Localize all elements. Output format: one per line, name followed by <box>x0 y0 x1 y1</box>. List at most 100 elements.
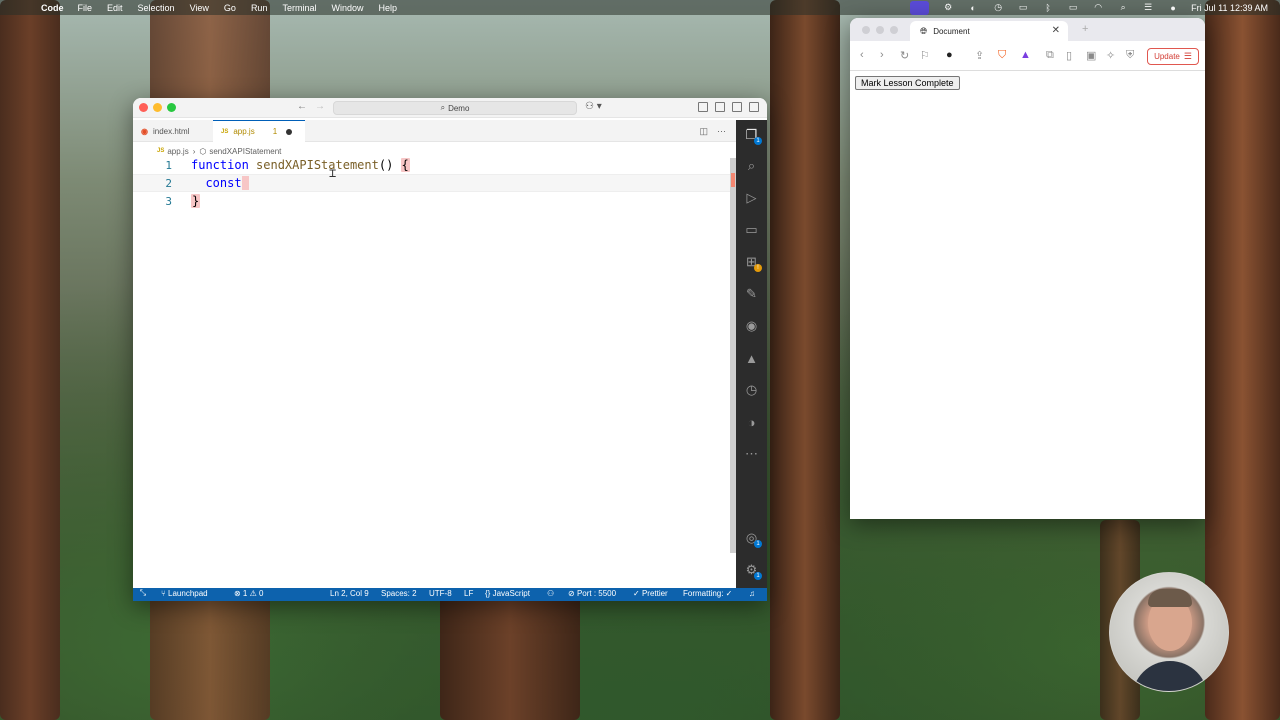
prettier-item[interactable]: ✓ Prettier <box>633 589 668 598</box>
menu-run[interactable]: Run <box>251 3 268 13</box>
battery-icon[interactable]: ▭ <box>1066 2 1080 13</box>
language-mode[interactable]: {} JavaScript <box>485 589 530 598</box>
customize-layout-icon[interactable] <box>698 102 708 112</box>
reload-icon[interactable]: ↻ <box>900 49 909 62</box>
browser-tab[interactable]: 🌐︎ Document ✕ <box>910 21 1068 41</box>
bookmark-icon[interactable]: ⚐ <box>920 49 930 62</box>
indentation[interactable]: Spaces: 2 <box>381 589 417 598</box>
menu-go[interactable]: Go <box>224 3 236 13</box>
brush-icon[interactable]: ✎ <box>736 283 767 305</box>
menu-file[interactable]: File <box>78 3 93 13</box>
run-debug-icon[interactable]: ▷ <box>736 187 767 209</box>
code-text[interactable]: } <box>191 194 201 208</box>
command-center-search[interactable]: ⌕ Demo <box>333 101 577 115</box>
tab-index-html[interactable]: ◉ index.html <box>133 120 211 142</box>
menu-bar: Code File Edit Selection View Go Run Ter… <box>0 0 1280 15</box>
forward-icon[interactable]: › <box>880 49 884 61</box>
menu-window[interactable]: Window <box>331 3 363 13</box>
accounts-icon[interactable]: ◎ 1 <box>736 527 767 549</box>
copilot-icon[interactable]: ⚇ ▾ <box>585 101 602 112</box>
github-icon[interactable]: ◉ <box>736 315 767 337</box>
forward-arrow-icon[interactable]: → <box>315 101 325 112</box>
extensions-icon[interactable]: ⊞! <box>736 251 767 273</box>
code-text[interactable]: function sendXAPIStatement() { <box>191 158 410 172</box>
display-icon[interactable]: ▭ <box>1016 2 1030 13</box>
toggle-panel-icon[interactable] <box>732 102 742 112</box>
extensions-puzzle-icon[interactable]: ⧉ <box>1046 49 1054 62</box>
minimize-window-button[interactable] <box>153 103 162 112</box>
wallet-icon[interactable]: ▣ <box>1086 49 1096 62</box>
zoom-window-button[interactable] <box>167 103 176 112</box>
command-center-label: Demo <box>448 103 470 113</box>
live-server-port[interactable]: ⊘ Port : 5500 <box>568 589 616 598</box>
manage-gear-icon[interactable]: ⚙ 1 <box>736 559 767 581</box>
browser-zoom-button[interactable] <box>890 26 898 34</box>
code-line[interactable]: 3 } <box>133 192 730 210</box>
encoding[interactable]: UTF-8 <box>429 589 452 598</box>
code-editor[interactable]: 1 function sendXAPIStatement() { 2 const… <box>133 158 730 588</box>
menu-clock[interactable]: Fri Jul 11 12:39 AM <box>1191 3 1268 13</box>
explorer-icon[interactable]: ❐ 1 <box>736 124 767 146</box>
browser-window: 🌐︎ Document ✕ + ‹ › ↻ ⚐ ● ⇪ ⛉ ▲ ⧉ ▯ ▣ ✧ … <box>850 18 1205 519</box>
menu-app-name[interactable]: Code <box>41 3 64 13</box>
bluetooth-icon[interactable]: ᛒ <box>1041 3 1055 13</box>
menu-edit[interactable]: Edit <box>107 3 123 13</box>
code-line-current[interactable]: 2 const <box>133 174 730 192</box>
time-machine-icon[interactable]: ◷ <box>991 2 1005 13</box>
formatting-item[interactable]: Formatting: ✓ <box>683 589 732 598</box>
search-icon[interactable]: ⌕ <box>736 155 767 177</box>
menu-terminal[interactable]: Terminal <box>282 3 316 13</box>
more-actions-icon[interactable]: ⋯ <box>717 126 726 137</box>
prettier-label: Prettier <box>641 589 668 598</box>
mark-lesson-complete-button[interactable]: Mark Lesson Complete <box>855 76 960 90</box>
azure-icon[interactable]: ▲ <box>736 347 767 369</box>
update-button[interactable]: Update ☰ <box>1147 48 1199 65</box>
spotlight-search-icon[interactable]: ⌕ <box>1116 2 1130 13</box>
code-line[interactable]: 1 function sendXAPIStatement() { <box>133 156 730 174</box>
close-window-button[interactable] <box>139 103 148 112</box>
problems-item[interactable]: ⊗ 1 ⚠ 0 <box>234 589 263 598</box>
control-center-icon[interactable]: ☰ <box>1141 2 1155 13</box>
breadcrumb-file[interactable]: app.js <box>167 147 188 156</box>
toggle-primary-sidebar-icon[interactable] <box>715 102 725 112</box>
launchpad-item[interactable]: ⑂ Launchpad <box>161 589 208 598</box>
live-share-icon[interactable]: ◑ <box>736 411 767 433</box>
wifi-icon[interactable]: ◠ <box>1091 2 1105 13</box>
back-arrow-icon[interactable]: ← <box>297 101 307 112</box>
brave-rewards-icon[interactable]: ▲ <box>1020 49 1031 61</box>
breadcrumb-symbol[interactable]: sendXAPIStatement <box>209 147 281 156</box>
remote-indicator-icon[interactable]: ⤡ <box>133 588 153 601</box>
line-number: 2 <box>165 176 172 190</box>
browser-minimize-button[interactable] <box>876 26 884 34</box>
menu-help[interactable]: Help <box>378 3 397 13</box>
remote-explorer-icon[interactable]: ▭ <box>736 219 767 241</box>
unsaved-dot-icon[interactable] <box>286 128 293 135</box>
end-of-line[interactable]: LF <box>464 589 473 598</box>
cursor-position[interactable]: Ln 2, Col 9 <box>330 589 369 598</box>
vpn-icon[interactable]: ⛨ <box>1126 49 1134 62</box>
screen-recording-icon[interactable] <box>910 0 930 15</box>
copilot-status-icon[interactable]: ⚇ <box>547 589 554 598</box>
toggle-secondary-sidebar-icon[interactable] <box>749 102 759 112</box>
split-editor-icon[interactable]: ◫ <box>699 126 708 137</box>
tab-app-js[interactable]: JS app.js 1 <box>213 120 305 142</box>
share-icon[interactable]: ⇪ <box>975 49 984 62</box>
browser-close-button[interactable] <box>862 26 870 34</box>
menu-selection[interactable]: Selection <box>138 3 175 13</box>
notifications-bell-icon[interactable]: ♫ <box>749 589 755 598</box>
sidebar-icon[interactable]: ▯ <box>1066 49 1072 62</box>
leo-ai-icon[interactable]: ✧ <box>1106 49 1115 62</box>
siri-icon[interactable]: ● <box>1166 3 1180 13</box>
close-tab-icon[interactable]: ✕ <box>1052 25 1060 36</box>
menu-view[interactable]: View <box>190 3 209 13</box>
more-views-icon[interactable]: ⋯ <box>736 443 767 465</box>
control-icon[interactable]: ◐ <box>966 3 980 13</box>
site-info-icon[interactable]: ● <box>946 49 953 61</box>
settings-gear-icon[interactable]: ⚙ <box>941 2 955 13</box>
new-tab-icon[interactable]: + <box>1082 23 1088 35</box>
timeline-icon[interactable]: ◷ <box>736 379 767 401</box>
code-text[interactable]: const <box>191 176 249 191</box>
back-icon[interactable]: ‹ <box>860 49 864 61</box>
text-cursor <box>241 176 249 191</box>
brave-shields-icon[interactable]: ⛉ <box>998 49 1006 62</box>
